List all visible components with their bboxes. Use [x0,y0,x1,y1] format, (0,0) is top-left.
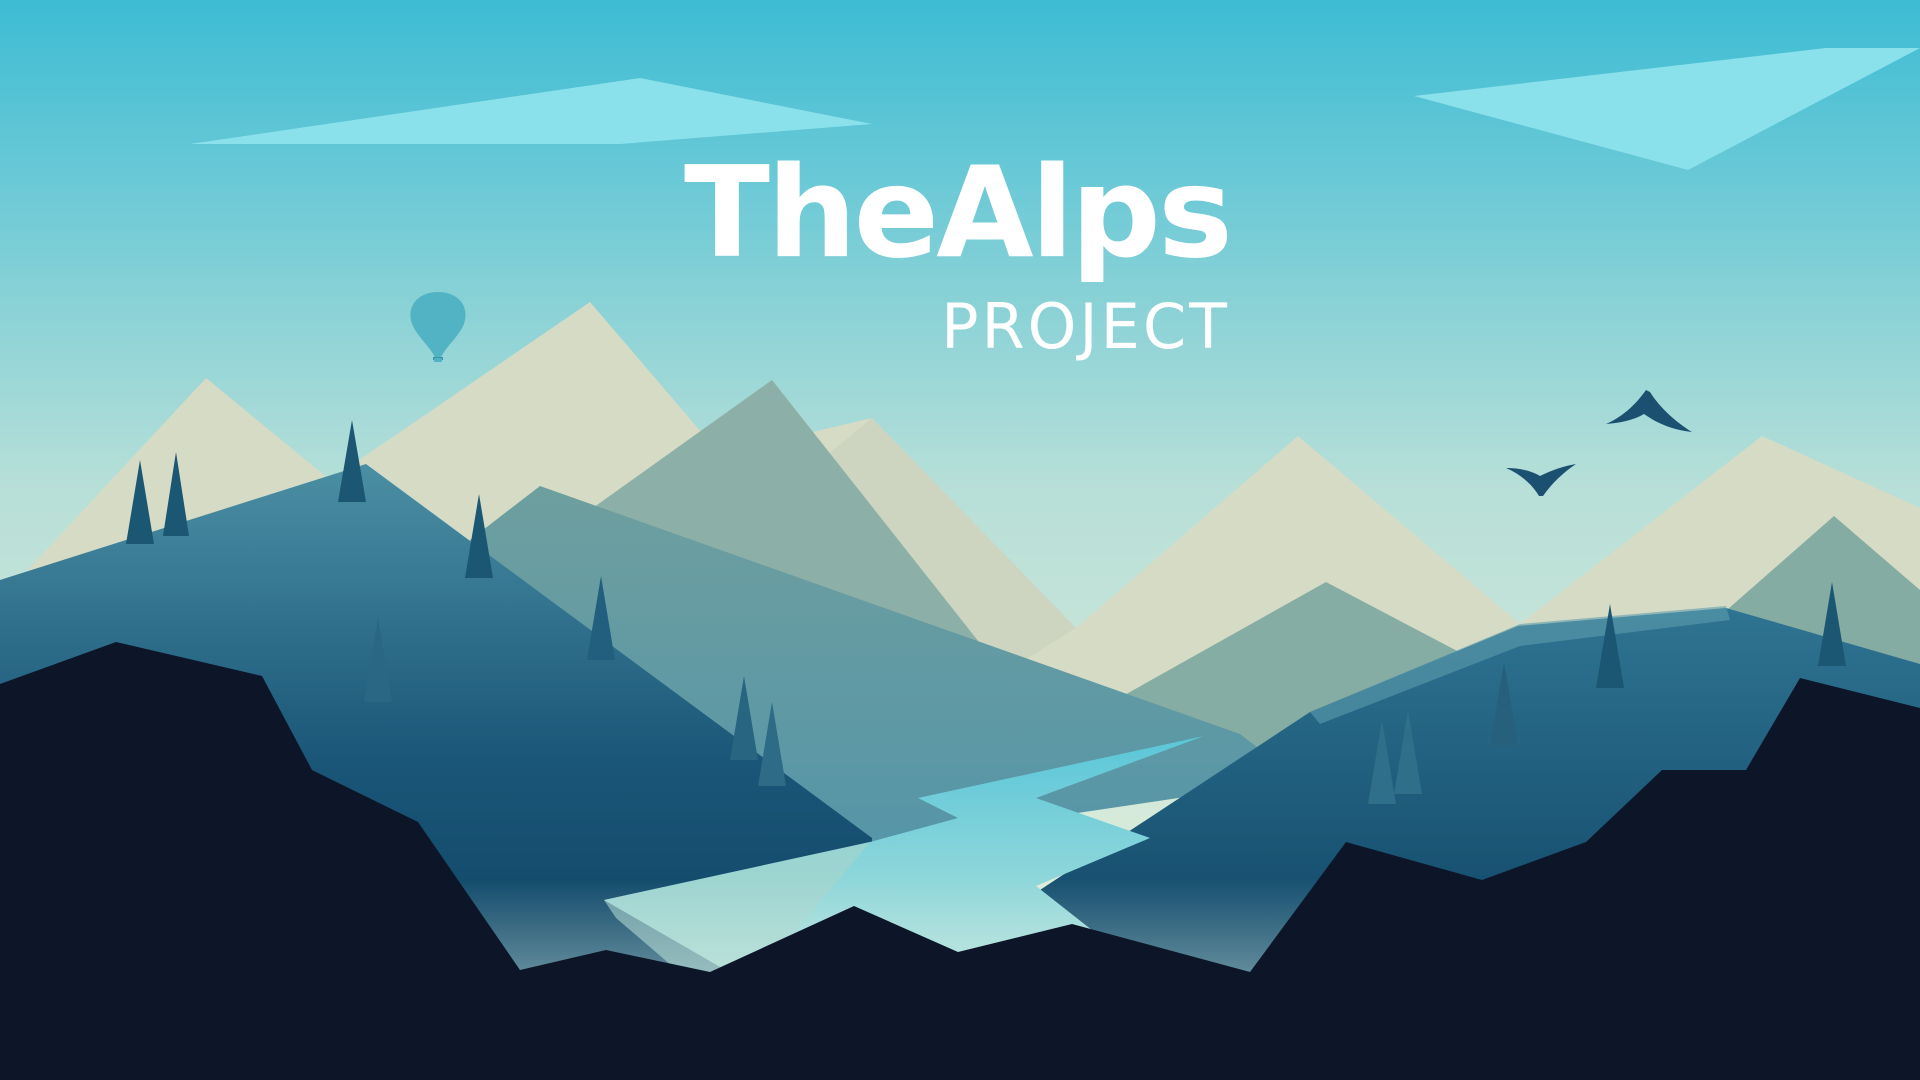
page-subtitle: PROJECT [941,290,1230,363]
page-title: TheAlps [684,139,1233,286]
title-block: TheAlps PROJECT [684,150,1233,370]
